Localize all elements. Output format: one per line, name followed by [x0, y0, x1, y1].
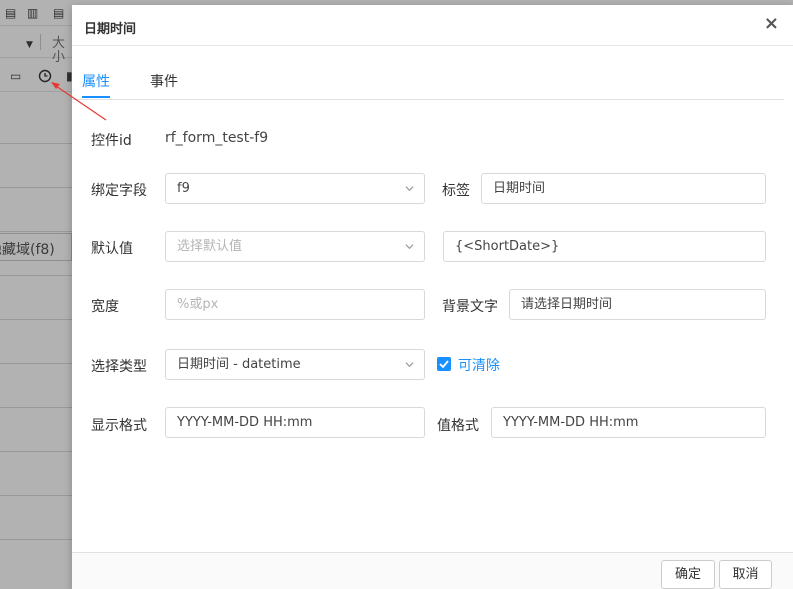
select-type-label: 选择类型: [91, 359, 147, 375]
value-format-input[interactable]: YYYY-MM-DD HH:mm: [491, 407, 766, 438]
chevron-down-icon: [405, 186, 414, 192]
display-format-input[interactable]: YYYY-MM-DD HH:mm: [165, 407, 425, 438]
dialog-tabs: 属性 事件: [72, 61, 784, 100]
dialog-title: 日期时间: [84, 22, 137, 37]
width-placeholder: %或px: [177, 297, 219, 312]
default-value-text: {<ShortDate>}: [455, 239, 560, 254]
background-text-label: 背景文字: [442, 299, 498, 315]
chevron-down-icon: [405, 244, 414, 250]
select-type-select[interactable]: 日期时间 - datetime: [165, 349, 425, 380]
tab-events[interactable]: 事件: [150, 71, 178, 91]
tag-input[interactable]: 日期时间: [481, 173, 766, 204]
display-format-value: YYYY-MM-DD HH:mm: [177, 415, 313, 430]
confirm-button[interactable]: 确定: [661, 560, 715, 589]
cancel-button[interactable]: 取消: [719, 560, 772, 589]
bind-field-label: 绑定字段: [91, 183, 147, 199]
checkmark-icon: [439, 360, 449, 369]
tag-value: 日期时间: [493, 181, 546, 196]
default-value-label: 默认值: [91, 241, 133, 257]
control-id-value: rf_form_test-f9: [165, 130, 269, 146]
default-value-placeholder: 选择默认值: [177, 239, 243, 254]
width-label: 宽度: [91, 299, 119, 315]
default-value-select[interactable]: 选择默认值: [165, 231, 425, 262]
control-id-label: 控件id: [91, 133, 132, 149]
clearable-label[interactable]: 可清除: [458, 355, 500, 375]
date-time-dialog: 日期时间 × 属性 事件 控件id rf_form_test-f9 绑定字段 f…: [72, 5, 793, 589]
value-format-value: YYYY-MM-DD HH:mm: [503, 415, 639, 430]
dialog-footer: 确定 取消: [72, 552, 793, 589]
default-value-input[interactable]: {<ShortDate>}: [443, 231, 766, 262]
clearable-checkbox[interactable]: [437, 357, 451, 371]
bind-field-select[interactable]: f9: [165, 173, 425, 204]
dialog-header: 日期时间 ×: [72, 5, 793, 46]
background-text-input[interactable]: 请选择日期时间: [509, 289, 766, 320]
tag-label: 标签: [442, 183, 470, 199]
bind-field-value: f9: [177, 181, 190, 196]
select-type-value: 日期时间 - datetime: [177, 357, 301, 372]
background-text-value: 请选择日期时间: [521, 297, 613, 312]
active-tab-indicator: [82, 96, 110, 98]
display-format-label: 显示格式: [91, 418, 147, 434]
width-input[interactable]: %或px: [165, 289, 425, 320]
close-icon[interactable]: ×: [764, 13, 779, 34]
tab-properties[interactable]: 属性: [82, 71, 110, 91]
chevron-down-icon: [405, 362, 414, 368]
value-format-label: 值格式: [437, 418, 479, 434]
